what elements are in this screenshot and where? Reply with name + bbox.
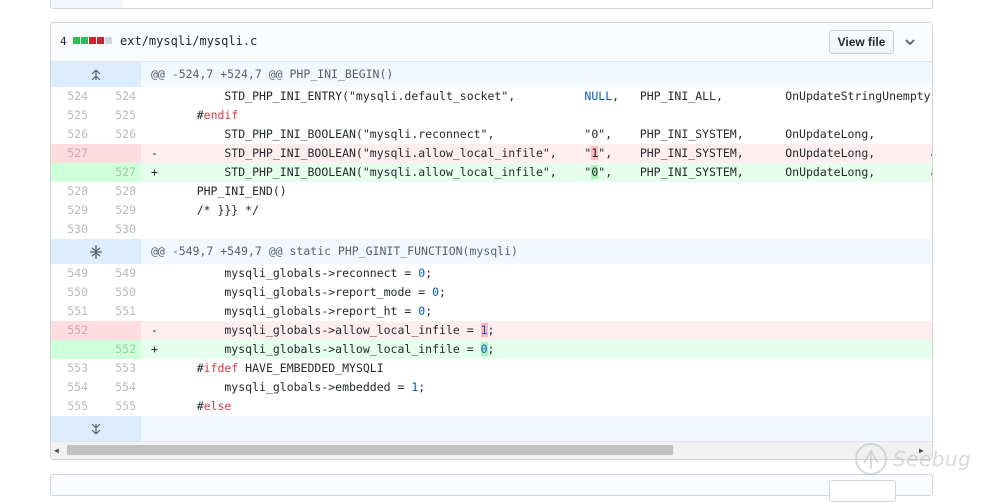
- hunk-header-row: @@ -549,7 +549,7 @@ static PHP_GINIT_FUN…: [51, 239, 932, 264]
- diff-line: 554 554 mysqli_globals->embedded = 1;: [51, 378, 932, 397]
- new-line-number[interactable]: 552: [96, 340, 141, 359]
- diff-line: 550 550 mysqli_globals->report_mode = 0;: [51, 283, 932, 302]
- new-line-number[interactable]: 549: [96, 264, 141, 283]
- diff-line: 553 553 #ifdef HAVE_EMBEDDED_MYSQLI: [51, 359, 932, 378]
- file-header: 4 ext/mysqli/mysqli.c View file: [51, 23, 932, 62]
- old-line-number[interactable]: 527: [51, 144, 96, 163]
- new-line-number[interactable]: 529: [96, 201, 141, 220]
- file-diff: 4 ext/mysqli/mysqli.c View file @@ -524,…: [50, 22, 933, 460]
- old-line-number[interactable]: 530: [51, 220, 96, 239]
- diff-line: 555 555 #else: [51, 397, 932, 416]
- diff-line-deletion: 527 - STD_PHP_INI_BOOLEAN("mysqli.allow_…: [51, 144, 932, 163]
- new-line-number[interactable]: 528: [96, 182, 141, 201]
- old-line-number[interactable]: 555: [51, 397, 96, 416]
- new-line-number[interactable]: [96, 321, 141, 340]
- expand-down-icon[interactable]: [51, 416, 141, 441]
- old-line-number[interactable]: 525: [51, 106, 96, 125]
- hunk-footer: [141, 416, 932, 441]
- new-line-number[interactable]: [96, 144, 141, 163]
- expand-both-icon[interactable]: [51, 239, 141, 264]
- old-line-number[interactable]: 549: [51, 264, 96, 283]
- diff-line: 526 526 STD_PHP_INI_BOOLEAN("mysqli.reco…: [51, 125, 932, 144]
- code-line: PHP_INI_END(): [169, 184, 287, 198]
- diff-line: 524 524 STD_PHP_INI_ENTRY("mysqli.defaul…: [51, 87, 932, 106]
- new-line-number[interactable]: 526: [96, 125, 141, 144]
- hunk-footer-row: [51, 416, 932, 441]
- next-file-header: [50, 474, 933, 502]
- diff-line-deletion: 552 - mysqli_globals->allow_local_infile…: [51, 321, 932, 340]
- new-line-number[interactable]: 555: [96, 397, 141, 416]
- horizontal-scrollbar[interactable]: ◀ ▶: [51, 441, 932, 459]
- code-line: STD_PHP_INI_ENTRY("mysqli.default_socket…: [169, 89, 932, 103]
- code-line: + mysqli_globals->allow_local_infile = 0…: [141, 340, 932, 359]
- hunk-header: @@ -549,7 +549,7 @@ static PHP_GINIT_FUN…: [141, 239, 932, 264]
- chevron-down-icon[interactable]: [903, 35, 917, 49]
- diff-line-addition: 527 + STD_PHP_INI_BOOLEAN("mysqli.allow_…: [51, 163, 932, 182]
- code-line: mysqli_globals->reconnect = 0;: [169, 266, 433, 280]
- diff-line: 525 525 #endif: [51, 106, 932, 125]
- diff-table: @@ -524,7 +524,7 @@ PHP_INI_BEGIN() 524 …: [51, 62, 932, 441]
- seebug-watermark: Seebug: [853, 441, 971, 477]
- old-line-number[interactable]: 554: [51, 378, 96, 397]
- old-line-number[interactable]: 553: [51, 359, 96, 378]
- diff-stat-bar: [73, 37, 112, 44]
- old-line-number[interactable]: 550: [51, 283, 96, 302]
- new-line-number[interactable]: 554: [96, 378, 141, 397]
- diff-line: 528 528 PHP_INI_END(): [51, 182, 932, 201]
- diff-stat-count: 4: [60, 35, 67, 48]
- file-path[interactable]: ext/mysqli/mysqli.c: [120, 34, 257, 48]
- old-line-number[interactable]: 526: [51, 125, 96, 144]
- code-line: /* }}} */: [169, 203, 260, 217]
- code-line: mysqli_globals->embedded = 1;: [169, 380, 426, 394]
- code-line: + STD_PHP_INI_BOOLEAN("mysqli.allow_loca…: [141, 163, 932, 182]
- diff-stat-box-delete: [89, 37, 96, 44]
- new-line-number[interactable]: 525: [96, 106, 141, 125]
- diff-stat-box-add: [81, 37, 88, 44]
- old-line-number[interactable]: 528: [51, 182, 96, 201]
- hunk-header: @@ -524,7 +524,7 @@ PHP_INI_BEGIN(): [141, 62, 932, 87]
- watermark-text: Seebug: [893, 447, 972, 471]
- next-view-file-button[interactable]: [829, 480, 896, 502]
- diff-stat-box-delete: [97, 37, 104, 44]
- seebug-logo-icon: [855, 443, 887, 475]
- code-line: mysqli_globals->report_ht = 0;: [169, 304, 433, 318]
- scrollbar-thumb[interactable]: [67, 445, 673, 455]
- code-line: #else: [169, 399, 232, 413]
- old-line-number[interactable]: 529: [51, 201, 96, 220]
- new-line-number[interactable]: 527: [96, 163, 141, 182]
- hunk-header-row: @@ -524,7 +524,7 @@ PHP_INI_BEGIN(): [51, 62, 932, 87]
- diff-stat-box-neutral: [105, 37, 112, 44]
- previous-file-footer: [50, 0, 933, 9]
- old-line-number[interactable]: 551: [51, 302, 96, 321]
- new-line-number[interactable]: 524: [96, 87, 141, 106]
- diff-line: 529 529 /* }}} */: [51, 201, 932, 220]
- old-line-number[interactable]: 552: [51, 321, 96, 340]
- new-line-number[interactable]: 551: [96, 302, 141, 321]
- diff-stat-box-add: [73, 37, 80, 44]
- view-file-button[interactable]: View file: [829, 30, 894, 54]
- expand-up-icon[interactable]: [51, 62, 141, 87]
- code-line: - mysqli_globals->allow_local_infile = 1…: [141, 321, 932, 340]
- old-line-number[interactable]: 524: [51, 87, 96, 106]
- new-line-number[interactable]: 530: [96, 220, 141, 239]
- code-line: mysqli_globals->report_mode = 0;: [169, 285, 446, 299]
- diff-line: 551 551 mysqli_globals->report_ht = 0;: [51, 302, 932, 321]
- code-line: #ifdef HAVE_EMBEDDED_MYSQLI: [169, 361, 384, 375]
- diff-line-addition: 552 + mysqli_globals->allow_local_infile…: [51, 340, 932, 359]
- diff-line: 530 530: [51, 220, 932, 239]
- old-line-number[interactable]: [51, 163, 96, 182]
- diff-line: 549 549 mysqli_globals->reconnect = 0;: [51, 264, 932, 283]
- scroll-left-arrow-icon[interactable]: ◀: [54, 446, 59, 455]
- new-line-number[interactable]: 550: [96, 283, 141, 302]
- code-line: - STD_PHP_INI_BOOLEAN("mysqli.allow_loca…: [141, 144, 932, 163]
- code-line: STD_PHP_INI_BOOLEAN("mysqli.reconnect", …: [169, 127, 932, 141]
- code-line: #endif: [196, 108, 239, 122]
- old-line-number[interactable]: [51, 340, 96, 359]
- new-line-number[interactable]: 553: [96, 359, 141, 378]
